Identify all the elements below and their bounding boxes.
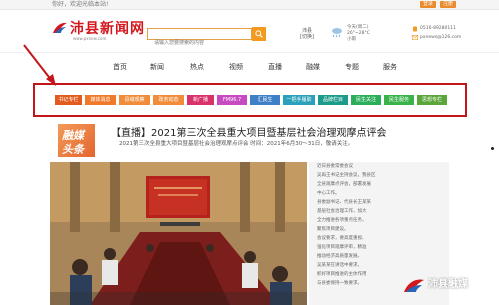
excerpt-line: 全县观摩点评会，部署发展 [317, 182, 371, 187]
login-button[interactable]: 登录 [420, 1, 436, 8]
excerpt-line: 县委副书记、代县长王某某 [317, 200, 371, 205]
category-tab[interactable]: FM96.7 [217, 95, 247, 105]
excerpt-line: 近日县委常委会议 [317, 164, 353, 169]
register-button[interactable]: 注册 [440, 1, 456, 8]
excerpt-line: 吴某某在讲话中要求， [317, 263, 362, 268]
contact-email: pxnews@126.com [420, 35, 462, 40]
nav-item-media[interactable]: 融媒 [306, 62, 320, 72]
category-nav: 书记专栏 媒体消息 县域观察 政务动态 新广播 FM96.7 汇民生 一把手履职 品牌栏目 民生关… [55, 95, 465, 105]
weather-info: 今天(周二) 26°~28°C 小雨 [347, 25, 370, 43]
category-tab[interactable]: 民生关注 [351, 95, 381, 105]
top-bar: 你好，欢迎光临本站! 登录 注册 [0, 0, 499, 10]
category-tab[interactable]: 一把手履职 [283, 95, 315, 105]
category-tab[interactable]: 品牌栏目 [318, 95, 348, 105]
site-url: www.pxnew.com [73, 36, 107, 41]
weather-desc: 小雨 [347, 37, 356, 42]
category-tab[interactable]: 书记专栏 [55, 95, 82, 105]
category-tab[interactable]: 汇民生 [250, 95, 280, 105]
excerpt-line: 会议要求，要高度重视、 [317, 236, 367, 241]
annotation-arrow [23, 44, 56, 86]
category-tab[interactable]: 民生服务 [384, 95, 414, 105]
badge-line-2: 头条 [62, 143, 84, 156]
excerpt-line: 推动经济高质量发展。 [317, 254, 362, 259]
excerpt-line: 吴再王书记主持会议，我县区 [317, 173, 376, 178]
excerpt-line: 基层社会治理工作，加大 [317, 209, 367, 214]
meeting-photo-art [50, 162, 307, 305]
nav-item-live[interactable]: 直播 [268, 62, 282, 72]
category-tab[interactable]: 新广播 [187, 95, 214, 105]
search-button[interactable] [252, 27, 266, 41]
phone-icon [413, 26, 417, 32]
category-tab[interactable]: 思想专栏 [417, 95, 447, 105]
rain-cloud-icon [332, 28, 342, 38]
meeting-photo[interactable] [50, 162, 307, 305]
headline-title[interactable]: 【直播】2021第三次全县重大项目暨基层社会治理观摩点评会 [111, 124, 386, 139]
excerpt-line: 中心工作。 [317, 191, 340, 196]
bullet-dot [491, 147, 494, 150]
nav-item-service[interactable]: 服务 [383, 62, 397, 72]
header-divider [0, 52, 499, 53]
city-selector[interactable]: 沛县 [切换] [300, 28, 314, 40]
media-headline-badge[interactable]: 融媒 头条 [58, 124, 95, 157]
nav-item-hot[interactable]: 热点 [190, 62, 204, 72]
search-box[interactable] [147, 28, 252, 48]
main-nav: 首页 新闻 热点 视频 直播 融媒 专题 服务 [105, 62, 405, 74]
nav-item-home[interactable]: 首页 [113, 62, 127, 72]
site-logo[interactable]: 沛县新闻网 [70, 18, 145, 38]
excerpt-line: 全力推进各项重点任务， [317, 218, 367, 223]
search-icon [255, 30, 263, 38]
category-tab[interactable]: 政务动态 [153, 95, 184, 105]
nav-item-topic[interactable]: 专题 [345, 62, 359, 72]
watermark-text: 沛县融媒 [428, 279, 468, 290]
search-input[interactable] [148, 38, 251, 48]
excerpt-line: 强化项目观摩评审，精准 [317, 245, 367, 250]
nav-item-video[interactable]: 视频 [229, 62, 243, 72]
mail-icon [412, 35, 418, 40]
headline-subtitle: 2021第三次全县重大项目暨基层社会治理观摩点评会 时间：2021年6月30～3… [119, 141, 354, 147]
category-tab[interactable]: 媒体消息 [85, 95, 116, 105]
excerpt-line: 聚焦项目建设。 [317, 227, 349, 232]
category-tab[interactable]: 县域观察 [119, 95, 150, 105]
city-switch[interactable]: [切换] [300, 34, 314, 40]
contact-phone: 0516-89280111 [420, 26, 456, 31]
nav-item-news[interactable]: 新闻 [150, 62, 164, 72]
page-frame: 你好，欢迎光临本站! 登录 注册 沛县新闻网 www.pxnew.com 沛县 … [0, 0, 499, 305]
logo-icon[interactable] [52, 21, 68, 35]
greeting-text: 你好，欢迎光临本站! [52, 1, 109, 8]
